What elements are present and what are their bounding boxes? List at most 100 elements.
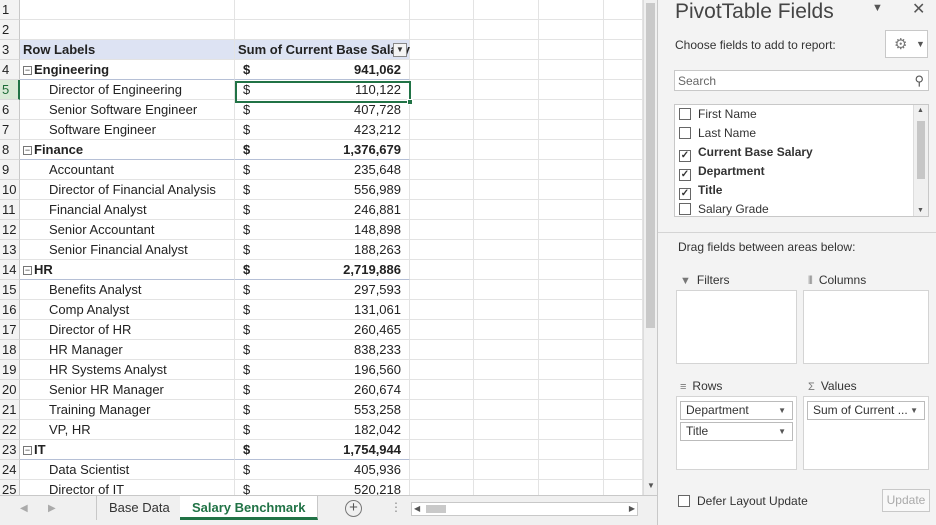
empty-cell[interactable] — [474, 460, 539, 480]
empty-cell[interactable] — [474, 140, 539, 160]
scroll-down-arrow-icon[interactable]: ▼ — [917, 207, 924, 214]
empty-cell[interactable] — [604, 340, 643, 360]
row-header[interactable]: 8 — [0, 140, 20, 160]
empty-cell[interactable] — [604, 240, 643, 260]
empty-cell[interactable] — [410, 140, 474, 160]
field-checkbox[interactable] — [679, 127, 691, 139]
empty-cell[interactable] — [474, 380, 539, 400]
row-header[interactable]: 13 — [0, 240, 20, 260]
empty-cell[interactable] — [20, 0, 235, 20]
item-value-cell[interactable]: $838,233 — [235, 340, 410, 360]
item-label-cell[interactable]: VP, HR — [20, 420, 235, 440]
row-header[interactable]: 10 — [0, 180, 20, 200]
item-value-cell[interactable]: $196,560 — [235, 360, 410, 380]
empty-cell[interactable] — [474, 200, 539, 220]
empty-cell[interactable] — [539, 20, 604, 40]
group-total-cell[interactable]: $2,719,886 — [235, 260, 410, 280]
item-value-cell[interactable]: $131,061 — [235, 300, 410, 320]
row-header[interactable]: 2 — [0, 20, 20, 40]
item-label-cell[interactable]: HR Systems Analyst — [20, 360, 235, 380]
item-value-cell[interactable]: $553,258 — [235, 400, 410, 420]
empty-cell[interactable] — [474, 300, 539, 320]
row-header[interactable]: 25 — [0, 480, 20, 495]
collapse-icon[interactable]: − — [23, 446, 32, 455]
empty-cell[interactable] — [539, 400, 604, 420]
field-search-box[interactable]: ⚲ — [674, 70, 929, 91]
row-header[interactable]: 1 — [0, 0, 20, 20]
empty-cell[interactable] — [539, 200, 604, 220]
scroll-left-arrow-icon[interactable]: ◀ — [414, 503, 420, 515]
empty-cell[interactable] — [410, 80, 474, 100]
collapse-icon[interactable]: − — [23, 66, 32, 75]
empty-cell[interactable] — [474, 40, 539, 60]
empty-cell[interactable] — [474, 160, 539, 180]
item-value-cell[interactable]: $520,218 — [235, 480, 410, 495]
empty-cell[interactable] — [604, 260, 643, 280]
pane-options-chevron-icon[interactable]: ▼ — [872, 2, 883, 14]
row-header[interactable]: 23 — [0, 440, 20, 460]
empty-cell[interactable] — [604, 80, 643, 100]
empty-cell[interactable] — [604, 400, 643, 420]
empty-cell[interactable] — [539, 40, 604, 60]
empty-cell[interactable] — [410, 40, 474, 60]
search-icon[interactable]: ⚲ — [914, 73, 924, 89]
item-label-cell[interactable]: Director of HR — [20, 320, 235, 340]
group-label-cell[interactable]: − HR — [20, 260, 235, 280]
item-value-cell[interactable]: $556,989 — [235, 180, 410, 200]
row-header[interactable]: 11 — [0, 200, 20, 220]
empty-cell[interactable] — [410, 260, 474, 280]
filter-dropdown-icon[interactable]: ▼ — [393, 43, 407, 57]
row-header[interactable]: 17 — [0, 320, 20, 340]
row-header[interactable]: 19 — [0, 360, 20, 380]
group-label-cell[interactable]: − Finance — [20, 140, 235, 160]
area-field-pill[interactable]: Department ▼ — [680, 401, 793, 420]
empty-cell[interactable] — [474, 100, 539, 120]
row-header[interactable]: 20 — [0, 380, 20, 400]
pivot-grid[interactable]: 1 2 3 Row Labels Sum of Current Base Salary ▼… — [0, 0, 643, 495]
empty-cell[interactable] — [604, 20, 643, 40]
empty-cell[interactable] — [410, 400, 474, 420]
row-header[interactable]: 4 — [0, 60, 20, 80]
empty-cell[interactable] — [539, 0, 604, 20]
empty-cell[interactable] — [604, 320, 643, 340]
empty-cell[interactable] — [604, 460, 643, 480]
defer-checkbox[interactable] — [678, 495, 690, 507]
empty-cell[interactable] — [410, 480, 474, 495]
empty-cell[interactable] — [539, 80, 604, 100]
scroll-up-arrow-icon[interactable]: ▲ — [917, 107, 924, 114]
item-label-cell[interactable]: Accountant — [20, 160, 235, 180]
scroll-down-arrow-icon[interactable]: ▼ — [644, 481, 658, 493]
empty-cell[interactable] — [539, 460, 604, 480]
row-labels-header[interactable]: Row Labels — [20, 40, 235, 60]
empty-cell[interactable] — [474, 360, 539, 380]
empty-cell[interactable] — [539, 380, 604, 400]
empty-cell[interactable] — [235, 0, 410, 20]
field-checkbox[interactable]: ✓ — [679, 188, 691, 200]
empty-cell[interactable] — [474, 340, 539, 360]
item-label-cell[interactable]: Comp Analyst — [20, 300, 235, 320]
more-options-icon[interactable]: ⋮ — [390, 500, 402, 514]
empty-cell[interactable] — [474, 440, 539, 460]
vertical-scroll-thumb[interactable] — [646, 3, 655, 328]
empty-cell[interactable] — [410, 320, 474, 340]
tab-base-data[interactable]: Base Data — [96, 496, 183, 520]
group-total-cell[interactable]: $1,376,679 — [235, 140, 410, 160]
empty-cell[interactable] — [410, 160, 474, 180]
empty-cell[interactable] — [539, 120, 604, 140]
empty-cell[interactable] — [474, 220, 539, 240]
empty-cell[interactable] — [474, 60, 539, 80]
item-label-cell[interactable]: Senior Financial Analyst — [20, 240, 235, 260]
filters-drop-zone[interactable] — [676, 290, 797, 364]
row-header[interactable]: 12 — [0, 220, 20, 240]
item-value-cell[interactable]: $407,728 — [235, 100, 410, 120]
row-header[interactable]: 14 — [0, 260, 20, 280]
empty-cell[interactable] — [410, 280, 474, 300]
empty-cell[interactable] — [474, 480, 539, 495]
empty-cell[interactable] — [410, 300, 474, 320]
group-total-cell[interactable]: $941,062 — [235, 60, 410, 80]
item-label-cell[interactable]: Senior Accountant — [20, 220, 235, 240]
empty-cell[interactable] — [539, 100, 604, 120]
empty-cell[interactable] — [410, 380, 474, 400]
field-checkbox[interactable]: ✓ — [679, 150, 691, 162]
area-field-pill[interactable]: Title ▼ — [680, 422, 793, 441]
